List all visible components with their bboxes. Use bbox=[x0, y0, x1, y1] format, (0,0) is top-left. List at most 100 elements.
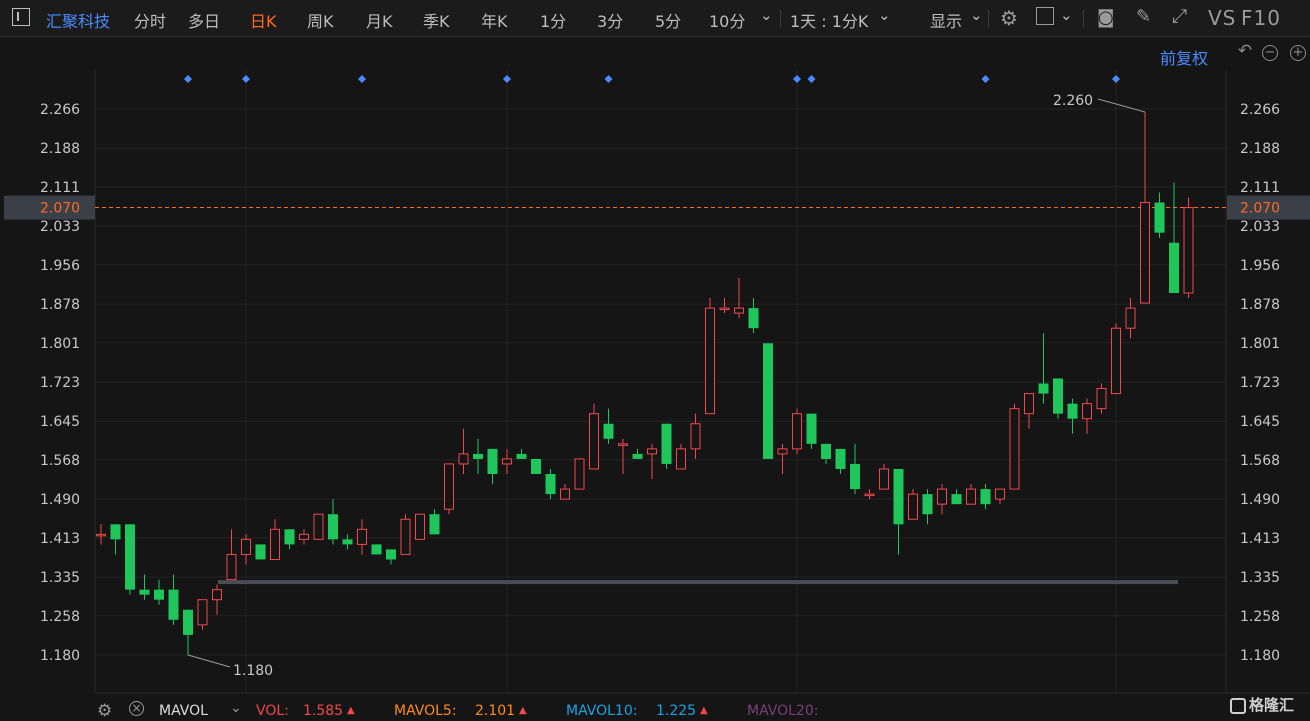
mavol5-label: MAVOL5: bbox=[394, 703, 457, 719]
candlestick-chart[interactable]: 2.266 2.266 2.188 2.188 2.111 2.111 2.033 2.033… bbox=[0, 0, 1310, 721]
candle-body bbox=[429, 514, 440, 535]
y-tick-label-left: 2.188 bbox=[40, 141, 80, 157]
y-tick-label-left: 1.490 bbox=[40, 492, 80, 508]
candle-body bbox=[545, 474, 556, 495]
candle-body bbox=[850, 463, 860, 490]
event-marker bbox=[981, 75, 990, 83]
candle-body bbox=[1009, 408, 1020, 490]
candle-body bbox=[212, 589, 222, 601]
candle-body bbox=[806, 413, 817, 444]
candle-body bbox=[1053, 378, 1063, 414]
y-tick-label-left: 1.645 bbox=[40, 414, 80, 430]
gear-icon[interactable]: ⚙ bbox=[97, 701, 112, 721]
brand-icon bbox=[1230, 697, 1246, 714]
vol-label: VOL: bbox=[256, 703, 289, 719]
candle-body bbox=[96, 533, 106, 537]
candle-body bbox=[893, 468, 904, 525]
up-arrow-icon: ▲ bbox=[519, 705, 527, 716]
mavol10-label: MAVOL10: bbox=[566, 703, 638, 719]
y-tick-label-right: 1.413 bbox=[1240, 531, 1280, 547]
y-tick-label-right: 1.335 bbox=[1240, 570, 1280, 586]
y-tick-label-left: 2.033 bbox=[40, 219, 80, 235]
up-arrow-icon: ▲ bbox=[347, 705, 355, 716]
candle-body bbox=[995, 488, 1005, 500]
event-marker bbox=[604, 75, 613, 83]
candle-body bbox=[980, 489, 991, 505]
candle-body bbox=[342, 539, 353, 545]
candle-body bbox=[676, 448, 686, 470]
candle-body bbox=[328, 514, 338, 540]
candle-body bbox=[531, 458, 541, 475]
y-tick-label-left: 1.258 bbox=[40, 609, 80, 625]
candle-body bbox=[574, 458, 585, 490]
candle-body bbox=[1111, 327, 1121, 395]
candle-body bbox=[966, 488, 976, 505]
y-tick-label-right: 1.490 bbox=[1240, 492, 1280, 508]
y-tick-label-left: 1.801 bbox=[40, 336, 80, 352]
event-marker bbox=[793, 75, 801, 83]
low-leader-line bbox=[187, 654, 231, 668]
candle-body bbox=[719, 307, 730, 311]
candle-body bbox=[879, 468, 889, 490]
candle-body bbox=[777, 448, 788, 455]
y-tick-label-right: 2.188 bbox=[1240, 141, 1280, 157]
candle-body bbox=[313, 513, 324, 540]
y-tick-label-left: 1.956 bbox=[40, 258, 80, 274]
event-marker bbox=[1112, 75, 1120, 83]
low-price-label: 1.180 bbox=[233, 663, 273, 679]
candle-body bbox=[1067, 403, 1078, 419]
candle-body bbox=[371, 544, 382, 555]
candle-body bbox=[589, 413, 599, 470]
candle-body bbox=[139, 589, 150, 595]
y-tick-label-right: 2.033 bbox=[1240, 219, 1280, 235]
event-marker bbox=[358, 75, 366, 83]
indicator-select[interactable]: MAVOL bbox=[159, 703, 208, 719]
close-icon[interactable]: × bbox=[129, 701, 144, 716]
y-tick-label-right: 1.258 bbox=[1240, 609, 1280, 625]
candle-body bbox=[1140, 202, 1150, 304]
candle-body bbox=[1038, 383, 1049, 394]
brand-logo: 格隆汇 bbox=[1230, 694, 1294, 715]
current-price-label-left: 2.070 bbox=[40, 201, 80, 217]
candle-body bbox=[487, 448, 498, 475]
candle-body bbox=[357, 528, 367, 545]
event-marker bbox=[807, 75, 816, 83]
candle-body bbox=[1024, 393, 1034, 415]
candle-body bbox=[647, 448, 657, 455]
vol-value: 1.585 bbox=[303, 703, 344, 719]
candle-body bbox=[400, 518, 411, 555]
candle-body bbox=[922, 494, 933, 515]
candle-body bbox=[168, 589, 179, 620]
mavol10-value: 1.225 bbox=[656, 703, 697, 719]
candle-body bbox=[226, 553, 237, 581]
candle-body bbox=[516, 453, 527, 459]
y-tick-label-right: 1.180 bbox=[1240, 648, 1280, 664]
y-tick-label-left: 1.568 bbox=[40, 453, 80, 469]
candle-body bbox=[748, 308, 759, 329]
y-tick-label-right: 1.801 bbox=[1240, 336, 1280, 352]
y-tick-label-left: 1.723 bbox=[40, 375, 80, 391]
candle-body bbox=[734, 307, 744, 314]
y-tick-label-left: 1.413 bbox=[40, 531, 80, 547]
candle-body bbox=[197, 599, 208, 626]
y-tick-label-right: 2.111 bbox=[1240, 180, 1280, 196]
candle-body bbox=[1183, 207, 1194, 294]
candle-body bbox=[1154, 202, 1165, 233]
candle-body bbox=[951, 494, 962, 505]
high-price-label: 2.260 bbox=[1053, 93, 1093, 109]
candle-body bbox=[183, 609, 193, 635]
candle-body bbox=[618, 443, 628, 446]
event-marker bbox=[242, 75, 250, 83]
candle-body bbox=[821, 443, 831, 459]
y-tick-label-right: 1.878 bbox=[1240, 297, 1280, 313]
candle-body bbox=[632, 453, 643, 459]
high-leader-line bbox=[1097, 98, 1146, 113]
y-tick-label-left: 1.180 bbox=[40, 648, 80, 664]
support-line bbox=[218, 580, 1178, 585]
volume-indicator-bar: ⚙ × MAVOL ⌄ VOL: 1.585 ▲ MAVOL5: 2.101 ▲… bbox=[95, 698, 1310, 721]
candle-body bbox=[908, 493, 918, 520]
event-marker bbox=[503, 75, 511, 83]
current-price-label-right: 2.070 bbox=[1240, 201, 1280, 217]
chevron-down-icon[interactable]: ⌄ bbox=[230, 700, 242, 716]
y-tick-label-right: 1.568 bbox=[1240, 453, 1280, 469]
